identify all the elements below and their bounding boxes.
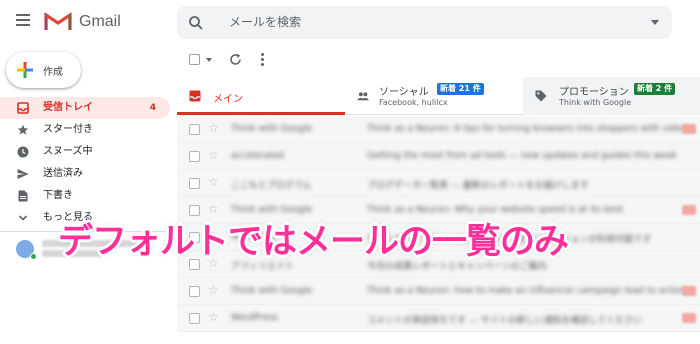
mail-sender: ここもとプログラム <box>231 181 312 191</box>
row-checkbox[interactable] <box>189 151 200 162</box>
mail-sender: WordPress <box>231 313 278 323</box>
mail-subject: ブログデータ一覧表 — 最新のレポートをお届けします <box>367 181 589 191</box>
sidebar-nav: 受信トレイ 4 スター付き スヌーズ中 送信済み 下書き もっと見る <box>0 97 170 229</box>
tab-senders: Facebook, hulilcx <box>379 98 448 107</box>
online-status-icon <box>30 253 37 260</box>
plus-icon <box>17 62 33 78</box>
more-vert-icon[interactable] <box>259 53 265 67</box>
tab-social[interactable]: ソーシャル 新着 21 件 Facebook, hulilcx <box>345 77 521 115</box>
mail-sender: Think with Google <box>231 286 313 296</box>
compose-label: 作成 <box>43 67 63 78</box>
tab-label: ソーシャル <box>379 87 429 98</box>
sidebar-item-sent[interactable]: 送信済み <box>0 163 170 185</box>
sidebar-item-drafts[interactable]: 下書き <box>0 185 170 207</box>
mail-row[interactable]: ☆ accelerated Getting the most from ad too… <box>177 143 700 170</box>
main-menu-icon[interactable] <box>16 14 30 26</box>
search-icon[interactable] <box>188 15 204 31</box>
mail-sender: accelerated <box>231 151 284 161</box>
chevron-down-icon <box>18 215 28 221</box>
sidebar-item-label: 下書き <box>43 190 73 201</box>
tag-icon <box>535 90 547 102</box>
top-bar: Gmail <box>0 0 700 44</box>
tab-senders: Think with Google <box>559 98 632 107</box>
row-checkbox[interactable] <box>189 178 200 189</box>
people-icon <box>357 92 369 101</box>
inbox-icon <box>17 102 29 114</box>
app-name: Gmail <box>79 13 121 30</box>
mail-subject: Think as a Neuron: 6 tips for turning br… <box>367 124 687 134</box>
select-all-checkbox[interactable] <box>189 54 200 65</box>
mail-row[interactable]: ☆ WordPress コメントが承認待ちです — サイトの新しい通知を確認してくだ… <box>177 305 700 332</box>
sidebar-item-starred[interactable]: スター付き <box>0 119 170 141</box>
star-icon[interactable]: ☆ <box>208 148 219 162</box>
star-icon[interactable]: ☆ <box>208 121 219 135</box>
sidebar-item-label: 受信トレイ <box>43 102 93 113</box>
tab-promotions[interactable]: プロモーション 新着 2 件 Think with Google <box>523 77 700 115</box>
new-count-badge: 新着 2 件 <box>634 83 676 95</box>
star-icon[interactable]: ☆ <box>208 283 219 297</box>
search-input[interactable] <box>229 12 629 32</box>
star-icon <box>17 124 29 135</box>
label-tag <box>682 205 696 215</box>
sidebar-item-snoozed[interactable]: スヌーズ中 <box>0 141 170 163</box>
sidebar-item-label: スヌーズ中 <box>43 146 93 157</box>
sidebar-item-label: 送信済み <box>43 168 83 179</box>
star-icon[interactable]: ☆ <box>208 310 219 324</box>
label-tag <box>682 313 696 323</box>
tab-label: メイン <box>213 94 243 105</box>
tab-label: プロモーション <box>559 87 629 98</box>
mail-subject: コメントが承認待ちです — サイトの新しい通知を確認してください <box>367 316 643 326</box>
mail-subject: Think as a Neuron: how to make an influe… <box>367 286 687 296</box>
select-options-icon[interactable] <box>206 58 212 62</box>
label-tag <box>682 286 696 296</box>
inbox-icon <box>189 90 201 102</box>
mail-toolbar <box>177 44 700 76</box>
row-checkbox[interactable] <box>189 313 200 324</box>
mail-row[interactable]: ☆ ここもとプログラム ブログデータ一覧表 — 最新のレポートをお届けします <box>177 170 700 197</box>
draft-icon <box>18 190 28 202</box>
new-count-badge: 新着 21 件 <box>437 83 484 95</box>
search-options-icon[interactable] <box>651 20 659 25</box>
search-bar[interactable] <box>177 6 672 39</box>
refresh-icon[interactable] <box>229 53 242 66</box>
row-checkbox[interactable] <box>189 286 200 297</box>
mail-subject: Getting the most from ad tools — new upd… <box>367 151 677 161</box>
row-checkbox[interactable] <box>189 124 200 135</box>
star-icon[interactable]: ☆ <box>208 175 219 189</box>
clock-icon <box>17 146 29 158</box>
category-tabs: メイン ソーシャル 新着 21 件 Facebook, hulilcx プロモー… <box>177 77 700 115</box>
mail-row[interactable]: ☆ Think with Google Think as a Neuron: 6 t… <box>177 116 700 143</box>
tab-primary[interactable]: メイン <box>177 77 345 115</box>
compose-button[interactable]: 作成 <box>6 52 81 88</box>
unread-count-badge: 4 <box>149 103 156 113</box>
send-icon <box>17 169 29 179</box>
label-tag <box>682 124 696 134</box>
caption-overlay: デフォルトではメールの一覧のみ <box>58 222 569 262</box>
mail-row[interactable]: ☆ Think with Google Think as a Neuron: how… <box>177 278 700 305</box>
sidebar-item-label: スター付き <box>43 124 93 135</box>
mail-sender: Think with Google <box>231 124 313 134</box>
gmail-logo-icon[interactable] <box>44 11 72 31</box>
sidebar-item-inbox[interactable]: 受信トレイ 4 <box>0 97 170 119</box>
